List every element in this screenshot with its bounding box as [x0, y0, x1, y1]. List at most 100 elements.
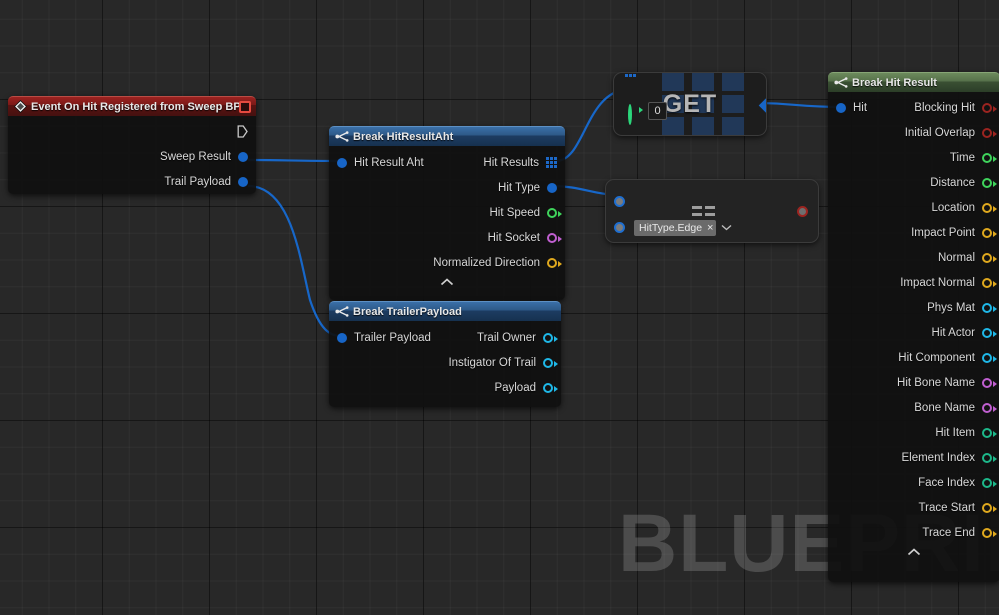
array-input-pin[interactable]: [625, 73, 636, 77]
break-hitresultaht-input-hit-result-aht[interactable]: Hit Result Aht: [337, 157, 424, 169]
enum-dropdown[interactable]: HitType.Edge ×: [634, 220, 732, 236]
boolean-output-pin[interactable]: [797, 206, 808, 217]
break-hit-result-output-blocking-hit[interactable]: Blocking Hit: [914, 101, 997, 114]
break-hit-result-output-element-index[interactable]: Element Index: [828, 445, 999, 470]
bool-output-pin[interactable]: [982, 127, 997, 138]
bool-output-pin[interactable]: [982, 102, 997, 113]
break-trailerpayload-row-1[interactable]: Trailer Payload Trail Owner: [329, 325, 561, 350]
break-hit-result-input-hit[interactable]: Hit: [836, 102, 867, 114]
wildcard-input-pin-a[interactable]: [614, 196, 625, 207]
node-break-hitresultaht[interactable]: Break HitResultAht Hit Result Aht Hit Re…: [329, 126, 565, 300]
break-hit-result-header[interactable]: Break Hit Result: [828, 72, 999, 92]
vector-output-pin[interactable]: [547, 257, 562, 268]
vector-output-pin[interactable]: [982, 227, 997, 238]
vector-output-pin[interactable]: [982, 502, 997, 513]
event-output-sweep-result[interactable]: Sweep Result: [8, 144, 256, 169]
break-hit-result-output-location[interactable]: Location: [828, 195, 999, 220]
float-output-pin[interactable]: [982, 177, 997, 188]
break-hit-result-output-bone-name[interactable]: Bone Name: [828, 395, 999, 420]
blueprint-graph-canvas[interactable]: BLUEPRINT Event On Hit Registered from S…: [0, 0, 999, 615]
break-hit-result-output-trace-end[interactable]: Trace End: [828, 520, 999, 545]
break-hit-result-output-normal[interactable]: Normal: [828, 245, 999, 270]
break-hit-result-output-impact-normal[interactable]: Impact Normal: [828, 270, 999, 295]
pin-label: Blocking Hit: [914, 101, 975, 114]
break-trailerpayload-body: Trailer Payload Trail Owner Instigator O…: [329, 321, 561, 407]
chevron-down-icon[interactable]: [721, 224, 732, 233]
name-output-pin[interactable]: [982, 377, 997, 388]
struct-output-pin[interactable]: [547, 182, 557, 193]
name-output-pin[interactable]: [547, 232, 562, 243]
struct-output-pin[interactable]: [238, 176, 248, 187]
get-node-index-value[interactable]: 0: [648, 102, 667, 120]
break-hit-result-collapse-chevron-icon[interactable]: [828, 545, 999, 561]
break-hit-result-output-distance[interactable]: Distance: [828, 170, 999, 195]
array-output-pin[interactable]: [546, 157, 557, 168]
event-node-close-button[interactable]: [239, 101, 251, 113]
name-output-pin[interactable]: [982, 402, 997, 413]
break-hitresultaht-output-hit-speed[interactable]: Hit Speed: [329, 200, 565, 225]
object-output-pin[interactable]: [543, 357, 558, 368]
int-output-pin[interactable]: [982, 427, 997, 438]
break-hit-result-output-hit-item[interactable]: Hit Item: [828, 420, 999, 445]
vector-output-pin[interactable]: [982, 527, 997, 538]
struct-input-pin[interactable]: [337, 157, 347, 168]
pin-label: Hit: [853, 101, 868, 114]
break-hit-result-output-time[interactable]: Time: [828, 145, 999, 170]
break-trailerpayload-output-trail-owner[interactable]: Trail Owner: [477, 332, 558, 344]
pin-label: Trail Payload: [164, 175, 231, 188]
float-output-pin[interactable]: [982, 152, 997, 163]
equals-node-box[interactable]: HitType.Edge ×: [605, 179, 819, 243]
node-array-get[interactable]: GET 0: [613, 72, 767, 136]
struct-input-pin[interactable]: [836, 102, 846, 113]
break-trailerpayload-output-instigator-of-trail[interactable]: Instigator Of Trail: [329, 350, 561, 375]
break-hit-result-row-1[interactable]: Hit Blocking Hit: [828, 95, 999, 120]
break-trailerpayload-output-payload[interactable]: Payload: [329, 375, 561, 400]
vector-output-pin[interactable]: [982, 202, 997, 213]
enum-chip[interactable]: HitType.Edge ×: [634, 220, 717, 236]
integer-input-pin[interactable]: [628, 104, 632, 125]
node-enum-equals[interactable]: HitType.Edge ×: [605, 179, 819, 243]
object-output-pin[interactable]: [982, 302, 997, 313]
break-trailerpayload-input-trailer-payload[interactable]: Trailer Payload: [337, 332, 431, 344]
int-output-pin[interactable]: [982, 452, 997, 463]
exec-output-pin[interactable]: [237, 124, 248, 138]
break-hit-result-output-hit-actor[interactable]: Hit Actor: [828, 320, 999, 345]
struct-input-pin[interactable]: [337, 332, 347, 343]
get-node-box[interactable]: GET 0: [613, 72, 767, 136]
break-hitresultaht-output-normalized-direction[interactable]: Normalized Direction: [329, 250, 565, 275]
break-hit-result-output-initial-overlap[interactable]: Initial Overlap: [828, 120, 999, 145]
float-output-pin[interactable]: [547, 207, 562, 218]
vector-output-pin[interactable]: [982, 277, 997, 288]
int-output-pin[interactable]: [982, 477, 997, 488]
break-hit-result-output-phys-mat[interactable]: Phys Mat: [828, 295, 999, 320]
break-hitresultaht-row-1[interactable]: Hit Result Aht Hit Results: [329, 150, 565, 175]
break-hit-result-output-trace-start[interactable]: Trace Start: [828, 495, 999, 520]
break-hit-result-body: Hit Blocking Hit Initial Overlap Time Di…: [828, 92, 999, 582]
node-break-hit-result[interactable]: Break Hit Result Hit Blocking Hit Initia…: [828, 72, 999, 582]
object-output-pin[interactable]: [543, 332, 558, 343]
vector-output-pin[interactable]: [982, 252, 997, 263]
object-output-pin[interactable]: [543, 382, 558, 393]
object-output-pin[interactable]: [982, 327, 997, 338]
break-hitresultaht-header[interactable]: Break HitResultAht: [329, 126, 565, 146]
break-trailerpayload-title: Break TrailerPayload: [353, 305, 462, 318]
break-trailerpayload-header[interactable]: Break TrailerPayload: [329, 301, 561, 321]
clear-enum-icon[interactable]: ×: [707, 222, 713, 234]
event-output-trail-payload[interactable]: Trail Payload: [8, 169, 256, 194]
break-hitresultaht-output-hit-type[interactable]: Hit Type: [329, 175, 565, 200]
node-event-on-hit-registered[interactable]: Event On Hit Registered from Sweep BP Sw…: [8, 96, 256, 194]
break-hitresultaht-collapse-chevron-icon[interactable]: [329, 275, 565, 291]
pin-label: Element Index: [901, 451, 975, 464]
break-hit-result-output-face-index[interactable]: Face Index: [828, 470, 999, 495]
object-output-pin[interactable]: [982, 352, 997, 363]
node-break-trailerpayload[interactable]: Break TrailerPayload Trailer Payload Tra…: [329, 301, 561, 407]
event-node-header[interactable]: Event On Hit Registered from Sweep BP: [8, 96, 256, 116]
struct-output-pin[interactable]: [238, 151, 248, 162]
break-hitresultaht-output-hit-socket[interactable]: Hit Socket: [329, 225, 565, 250]
break-hitresultaht-output-hit-results[interactable]: Hit Results: [483, 157, 557, 169]
break-hit-result-output-hit-bone-name[interactable]: Hit Bone Name: [828, 370, 999, 395]
event-exec-output-row[interactable]: [8, 118, 256, 144]
break-hit-result-output-impact-point[interactable]: Impact Point: [828, 220, 999, 245]
break-hit-result-output-hit-component[interactable]: Hit Component: [828, 345, 999, 370]
wildcard-input-pin-b[interactable]: [614, 222, 625, 233]
